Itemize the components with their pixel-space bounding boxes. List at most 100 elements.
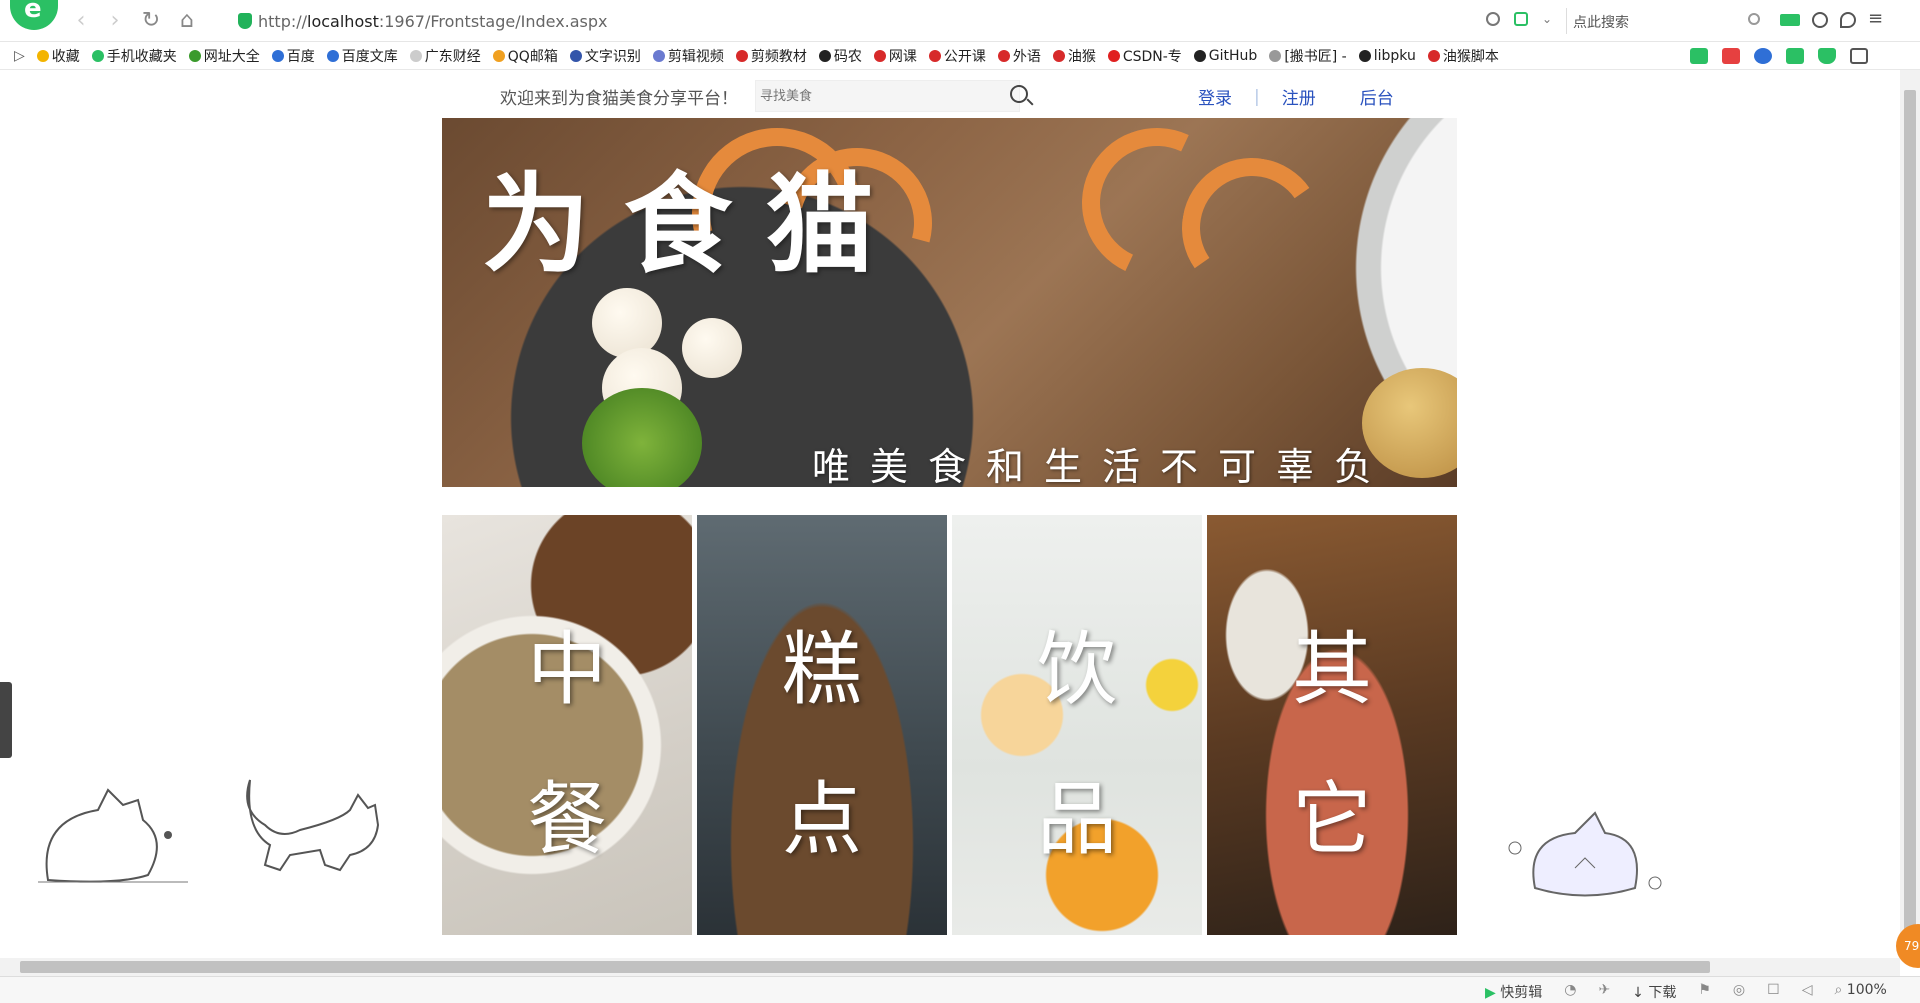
bookmark-item[interactable]: 剪频教材 bbox=[735, 46, 807, 66]
food-search-box bbox=[755, 80, 1020, 112]
shield-icon[interactable] bbox=[1818, 48, 1836, 64]
bookmark-label: 广东财经 bbox=[424, 48, 481, 65]
bookmark-label: [搬书匠] - bbox=[1284, 48, 1347, 65]
fishball-image bbox=[592, 288, 662, 358]
bookmark-item[interactable]: libpku bbox=[1358, 46, 1416, 66]
side-panel-tab[interactable] bbox=[0, 682, 12, 758]
category-label: 其它 bbox=[1292, 623, 1372, 866]
bookmark-label: 网址大全 bbox=[203, 48, 260, 65]
ie-icon[interactable]: ◎ bbox=[1733, 982, 1745, 1002]
horizontal-scrollbar[interactable] bbox=[0, 958, 1900, 976]
bookmark-item[interactable]: [搬书匠] - bbox=[1269, 46, 1347, 66]
bookmark-icon bbox=[735, 49, 748, 62]
bookmark-item[interactable]: 外语 bbox=[997, 46, 1041, 66]
headphones-icon[interactable] bbox=[1812, 12, 1828, 28]
bookmark-label: 百度文库 bbox=[341, 48, 398, 65]
secure-shield-icon bbox=[238, 13, 252, 29]
speed-icon[interactable]: ◔ bbox=[1564, 982, 1576, 1002]
gamepad-icon[interactable] bbox=[1786, 48, 1804, 64]
bookmark-item[interactable]: 公开课 bbox=[928, 46, 986, 66]
bookmark-item[interactable]: 码农 bbox=[818, 46, 862, 66]
bookmark-item[interactable]: QQ邮箱 bbox=[492, 46, 558, 66]
browser-logo-icon[interactable] bbox=[10, 0, 58, 30]
bookmark-icon bbox=[409, 49, 422, 62]
category-pastry[interactable]: 糕点 bbox=[697, 515, 947, 935]
bookmark-icon bbox=[873, 49, 886, 62]
bookmark-icon bbox=[569, 49, 582, 62]
bookmark-item[interactable]: 收藏 bbox=[36, 46, 80, 66]
url-text[interactable]: http://localhost:1967/Frontstage/Index.a… bbox=[258, 12, 608, 31]
reload-icon[interactable]: ↻ bbox=[138, 8, 164, 34]
register-link[interactable]: 注册 bbox=[1282, 84, 1316, 109]
lightning-icon[interactable] bbox=[1514, 12, 1528, 26]
bookmark-label: 油猴 bbox=[1067, 48, 1096, 65]
window-icon[interactable]: ☐ bbox=[1767, 982, 1780, 1002]
bookmark-icon bbox=[492, 49, 505, 62]
toolbar-right-icons: ≡ bbox=[1780, 10, 1883, 28]
chevron-down-icon[interactable]: ⌄ bbox=[1542, 12, 1552, 26]
bookmark-label: 文字识别 bbox=[584, 48, 641, 65]
share-icon[interactable] bbox=[1486, 12, 1500, 26]
flag-icon[interactable]: ⚑ bbox=[1698, 982, 1711, 1002]
category-label: 糕点 bbox=[782, 623, 862, 866]
bookmark-icon bbox=[1052, 49, 1065, 62]
banner-slogan: 唯美食和生活不可辜负 bbox=[812, 445, 1393, 487]
bookmark-item[interactable]: 广东财经 bbox=[409, 46, 481, 66]
bookmark-icon bbox=[1358, 49, 1371, 62]
category-other[interactable]: 其它 bbox=[1207, 515, 1457, 935]
login-link[interactable]: 登录 bbox=[1198, 84, 1232, 109]
grid-icon[interactable] bbox=[1850, 48, 1868, 64]
pin-icon[interactable]: ✈ bbox=[1598, 982, 1610, 1002]
browser-search-box[interactable]: 点此搜索 bbox=[1566, 8, 1766, 34]
forward-icon[interactable]: › bbox=[102, 8, 128, 34]
browser-search-placeholder: 点此搜索 bbox=[1573, 15, 1629, 31]
welcome-text: 欢迎来到为食猫美食分享平台！ bbox=[500, 89, 738, 109]
broccoli-image bbox=[582, 388, 702, 487]
download-button[interactable]: ↓ 下载 bbox=[1632, 982, 1676, 1002]
bookmark-icon bbox=[91, 49, 104, 62]
vertical-scroll-thumb[interactable] bbox=[1904, 90, 1916, 930]
extension-add-icon[interactable] bbox=[1690, 48, 1708, 64]
bookmark-item[interactable]: 剪辑视频 bbox=[652, 46, 724, 66]
bookmark-item[interactable]: 油猴脚本 bbox=[1427, 46, 1499, 66]
hero-banner: 为食猫 唯美食和生活不可辜负 bbox=[442, 118, 1457, 487]
speaker-icon[interactable]: ◁ bbox=[1802, 982, 1813, 1002]
bookmark-item[interactable]: CSDN-专 bbox=[1107, 46, 1182, 66]
bookmark-item[interactable]: 网课 bbox=[873, 46, 917, 66]
bookmark-item[interactable]: GitHub bbox=[1193, 46, 1257, 66]
bookmark-item[interactable]: 百度文库 bbox=[326, 46, 398, 66]
expand-bookmarks-icon[interactable]: ▷ bbox=[14, 48, 25, 64]
bookmark-item[interactable]: 文字识别 bbox=[569, 46, 641, 66]
search-icon[interactable] bbox=[1010, 85, 1028, 103]
category-grid: 中餐 糕点 饮品 其它 bbox=[442, 515, 1457, 935]
bookmark-label: libpku bbox=[1373, 47, 1416, 64]
bookmark-item[interactable]: 油猴 bbox=[1052, 46, 1096, 66]
bookmark-item[interactable]: 手机收藏夹 bbox=[91, 46, 177, 66]
bookmark-icon bbox=[652, 49, 665, 62]
magnifier-icon[interactable] bbox=[1754, 48, 1772, 64]
category-chinese-food[interactable]: 中餐 bbox=[442, 515, 692, 935]
bookmark-label: 外语 bbox=[1012, 48, 1041, 65]
bookmark-icon bbox=[188, 49, 201, 62]
admin-link[interactable]: 后台 bbox=[1360, 84, 1394, 109]
horizontal-scroll-thumb[interactable] bbox=[20, 961, 1710, 973]
quick-edit-button[interactable]: ▶ 快剪辑 bbox=[1485, 982, 1542, 1002]
undo-icon[interactable] bbox=[1840, 12, 1856, 28]
food-search-input[interactable] bbox=[760, 86, 980, 106]
bookmark-item[interactable]: 网址大全 bbox=[188, 46, 260, 66]
scissors-icon[interactable] bbox=[1722, 48, 1740, 64]
link-separator: | bbox=[1254, 86, 1260, 107]
back-icon[interactable]: ‹ bbox=[68, 8, 94, 34]
category-drinks[interactable]: 饮品 bbox=[952, 515, 1202, 935]
address-actions: ⌄ bbox=[1486, 12, 1552, 26]
search-icon[interactable] bbox=[1748, 13, 1760, 25]
vertical-scrollbar[interactable] bbox=[1900, 70, 1920, 958]
bookmark-item[interactable]: 百度 bbox=[271, 46, 315, 66]
menu-icon[interactable]: ≡ bbox=[1868, 10, 1883, 28]
address-bar[interactable]: http://localhost:1967/Frontstage/Index.a… bbox=[228, 7, 1458, 35]
battery-icon[interactable] bbox=[1780, 14, 1800, 26]
home-icon[interactable]: ⌂ bbox=[174, 8, 200, 34]
zoom-level[interactable]: ⌕ 100% bbox=[1834, 982, 1886, 1002]
banner-title: 为食猫 bbox=[482, 162, 909, 288]
play-icon: ▶ bbox=[1485, 985, 1501, 1001]
